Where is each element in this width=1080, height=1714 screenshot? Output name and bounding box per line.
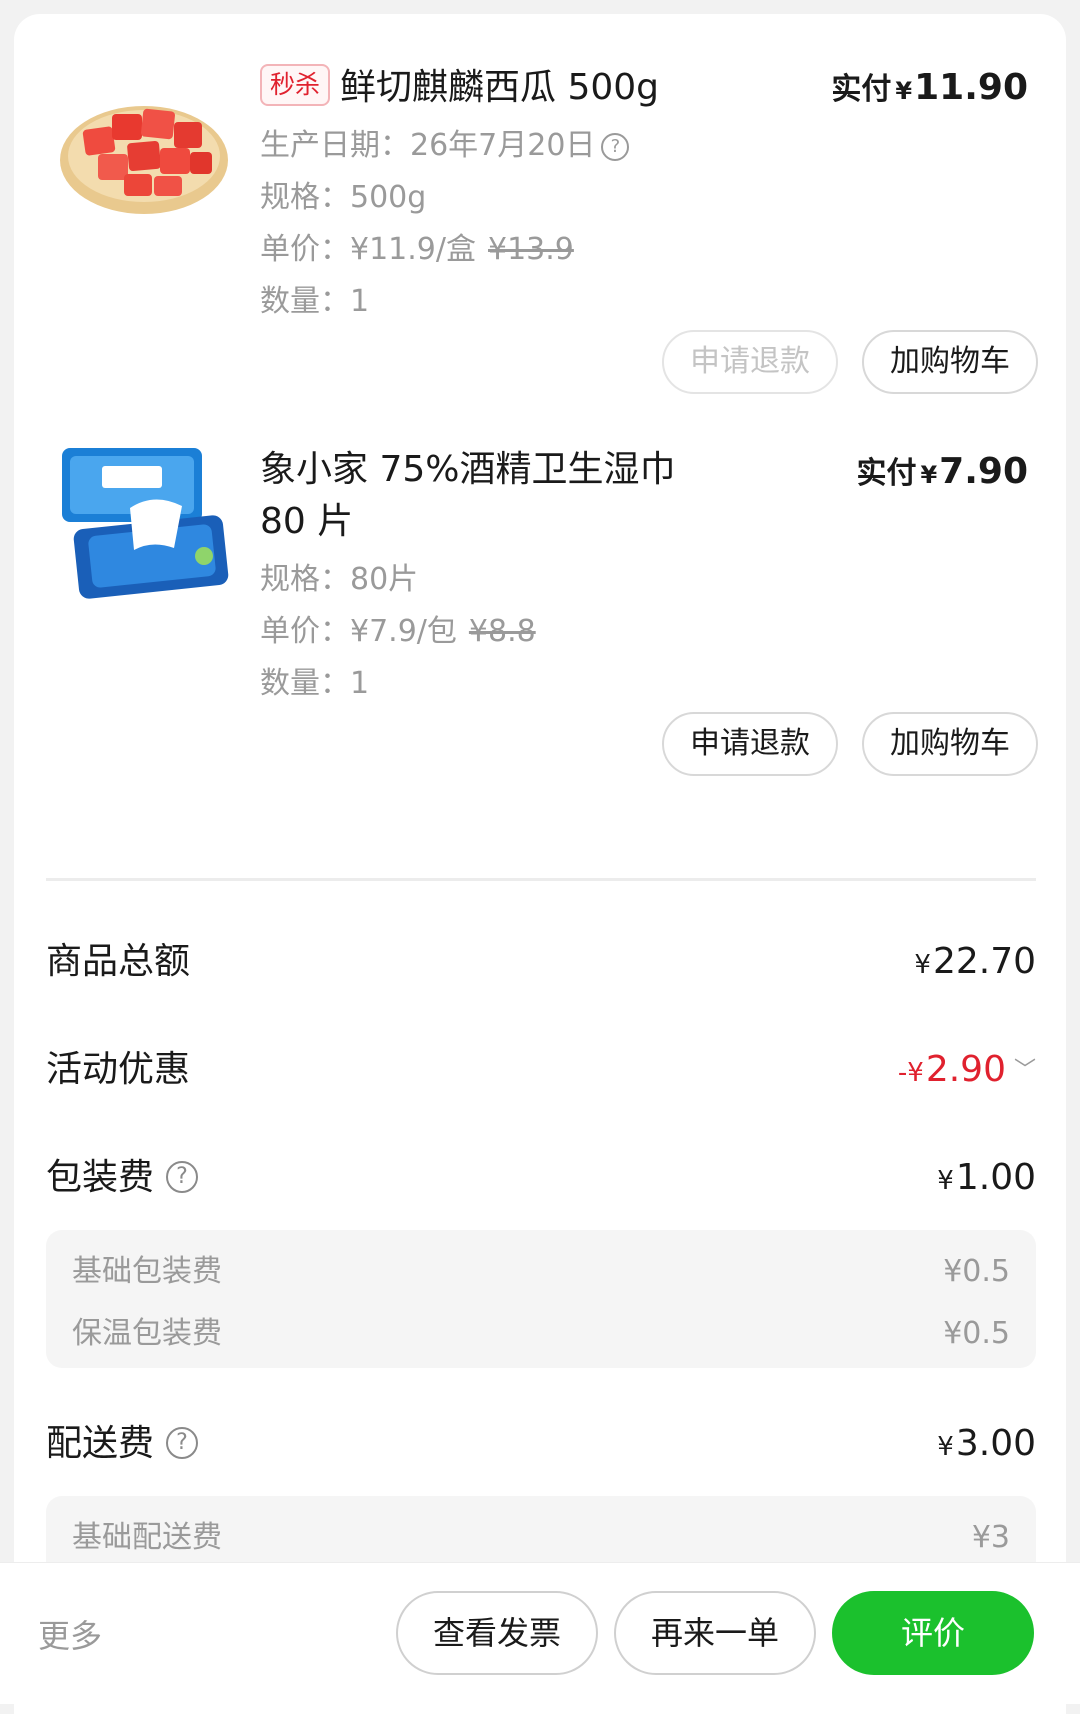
discount-row[interactable]: 活动优惠 -¥2.90 ﹀: [46, 1040, 1036, 1100]
production-date: 生产日期：26年7月20日?: [260, 126, 630, 166]
product-spec: 规格：500g: [260, 180, 427, 215]
paid-price: 实付 ¥7.90: [856, 451, 1028, 492]
order-detail-card: 秒杀 鲜切麒麟西瓜 500g 实付 ¥11.90 生产日期：26年7月20日? 规格…: [14, 14, 1066, 1714]
chevron-down-icon[interactable]: ﹀: [1014, 1041, 1036, 1101]
order-item: 秒杀 鲜切麒麟西瓜 500g 实付 ¥11.90 生产日期：26年7月20日? 规格…: [14, 14, 1066, 414]
bottom-action-bar: 更多 查看发票 再来一单 评价: [0, 1562, 1080, 1704]
fee-detail-row: 基础包装费 ¥0.5: [72, 1254, 1010, 1289]
refund-button[interactable]: 申请退款: [662, 712, 838, 776]
quantity: 数量：1: [260, 666, 370, 701]
help-icon[interactable]: ?: [166, 1161, 199, 1193]
wet-wipes-image[interactable]: [54, 436, 234, 616]
product-title[interactable]: 象小家 75%酒精卫生湿巾: [260, 442, 675, 498]
help-icon[interactable]: ?: [166, 1427, 199, 1459]
add-to-cart-button[interactable]: 加购物车: [862, 330, 1038, 394]
packaging-fee-row: 包装费? ¥1.00: [46, 1157, 1036, 1198]
product-title[interactable]: 秒杀 鲜切麒麟西瓜 500g: [260, 60, 659, 116]
fee-detail-row: 保温包装费 ¥0.5: [72, 1316, 1010, 1351]
review-button[interactable]: 评价: [832, 1591, 1034, 1675]
paid-price: 实付 ¥11.90: [831, 67, 1028, 108]
more-button[interactable]: 更多: [38, 1611, 102, 1657]
watermelon-image[interactable]: [54, 56, 234, 236]
help-icon[interactable]: ?: [601, 133, 630, 161]
view-invoice-button[interactable]: 查看发票: [396, 1591, 598, 1675]
add-to-cart-button[interactable]: 加购物车: [862, 712, 1038, 776]
fee-detail-row: 基础配送费 ¥3: [72, 1520, 1010, 1555]
reorder-button[interactable]: 再来一单: [614, 1591, 816, 1675]
goods-total-row: 商品总额 ¥22.70: [46, 941, 1036, 982]
unit-price: 单价：¥11.9/盒 ¥13.9: [260, 232, 574, 267]
original-price: ¥8.8: [468, 614, 536, 649]
quantity: 数量：1: [260, 284, 370, 319]
delivery-fee-row: 配送费? ¥3.00: [46, 1423, 1036, 1464]
packaging-fee-details: 基础包装费 ¥0.5 保温包装费 ¥0.5: [46, 1230, 1036, 1368]
flash-sale-tag: 秒杀: [260, 64, 331, 106]
refund-button[interactable]: 申请退款: [662, 330, 838, 394]
order-item: 象小家 75%酒精卫生湿巾 80 片 实付 ¥7.90 规格：80片 单价：¥7.…: [14, 414, 1066, 814]
unit-price: 单价：¥7.9/包 ¥8.8: [260, 614, 536, 649]
product-spec: 规格：80片: [260, 562, 419, 597]
divider: [46, 878, 1036, 881]
product-title-cont[interactable]: 80 片: [260, 494, 353, 550]
original-price: ¥13.9: [488, 232, 574, 267]
